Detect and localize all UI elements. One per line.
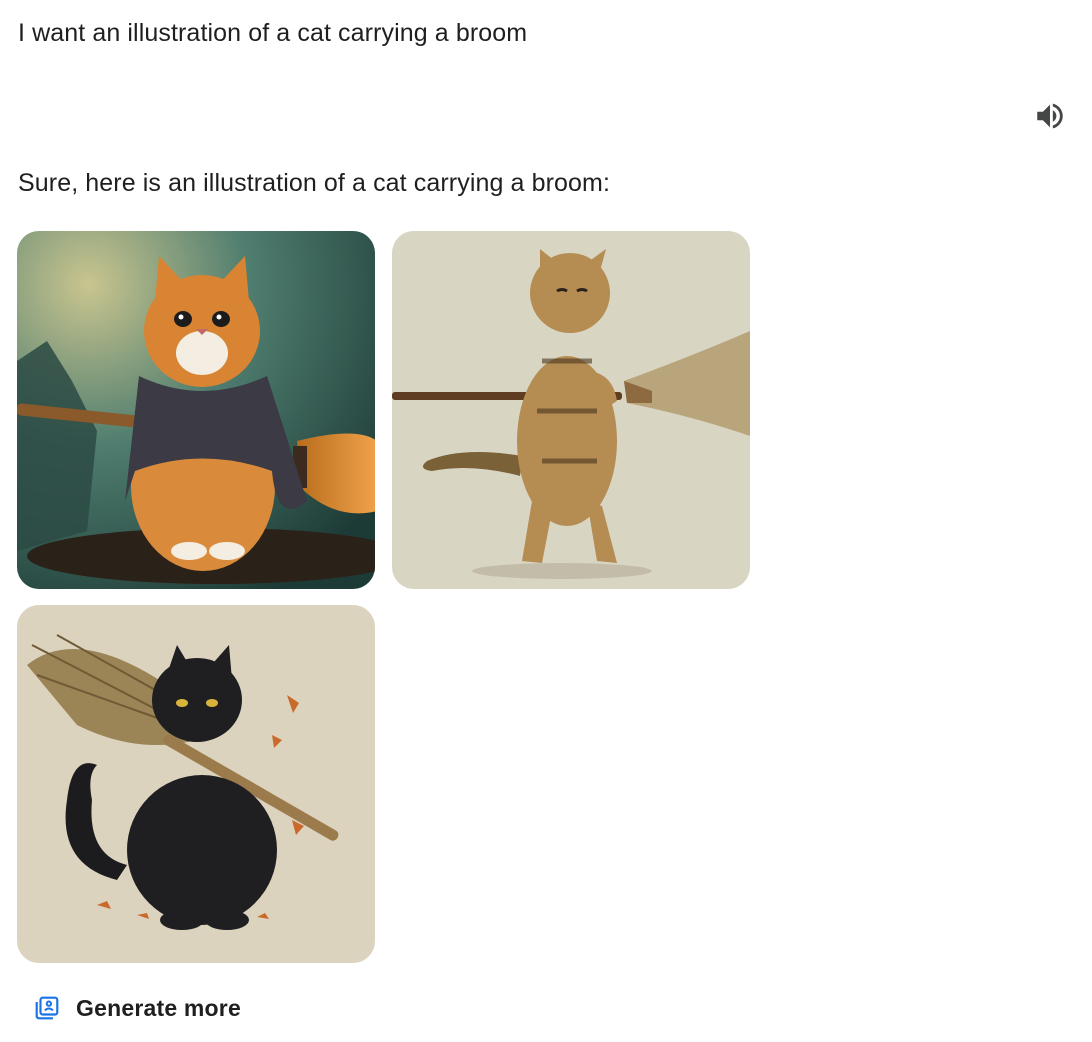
generated-image-3[interactable] bbox=[17, 605, 375, 963]
response-text: Sure, here is an illustration of a cat c… bbox=[18, 169, 610, 197]
listen-button[interactable] bbox=[1030, 96, 1070, 136]
user-prompt: I want an illustration of a cat carrying… bbox=[18, 19, 528, 47]
image-stack-icon bbox=[35, 996, 59, 1020]
generated-image-1[interactable] bbox=[17, 231, 375, 589]
generate-more-label: Generate more bbox=[76, 994, 241, 1021]
generated-image-2[interactable] bbox=[392, 231, 750, 589]
volume-up-icon bbox=[1037, 103, 1063, 129]
generate-more-button[interactable]: Generate more bbox=[26, 986, 249, 1030]
